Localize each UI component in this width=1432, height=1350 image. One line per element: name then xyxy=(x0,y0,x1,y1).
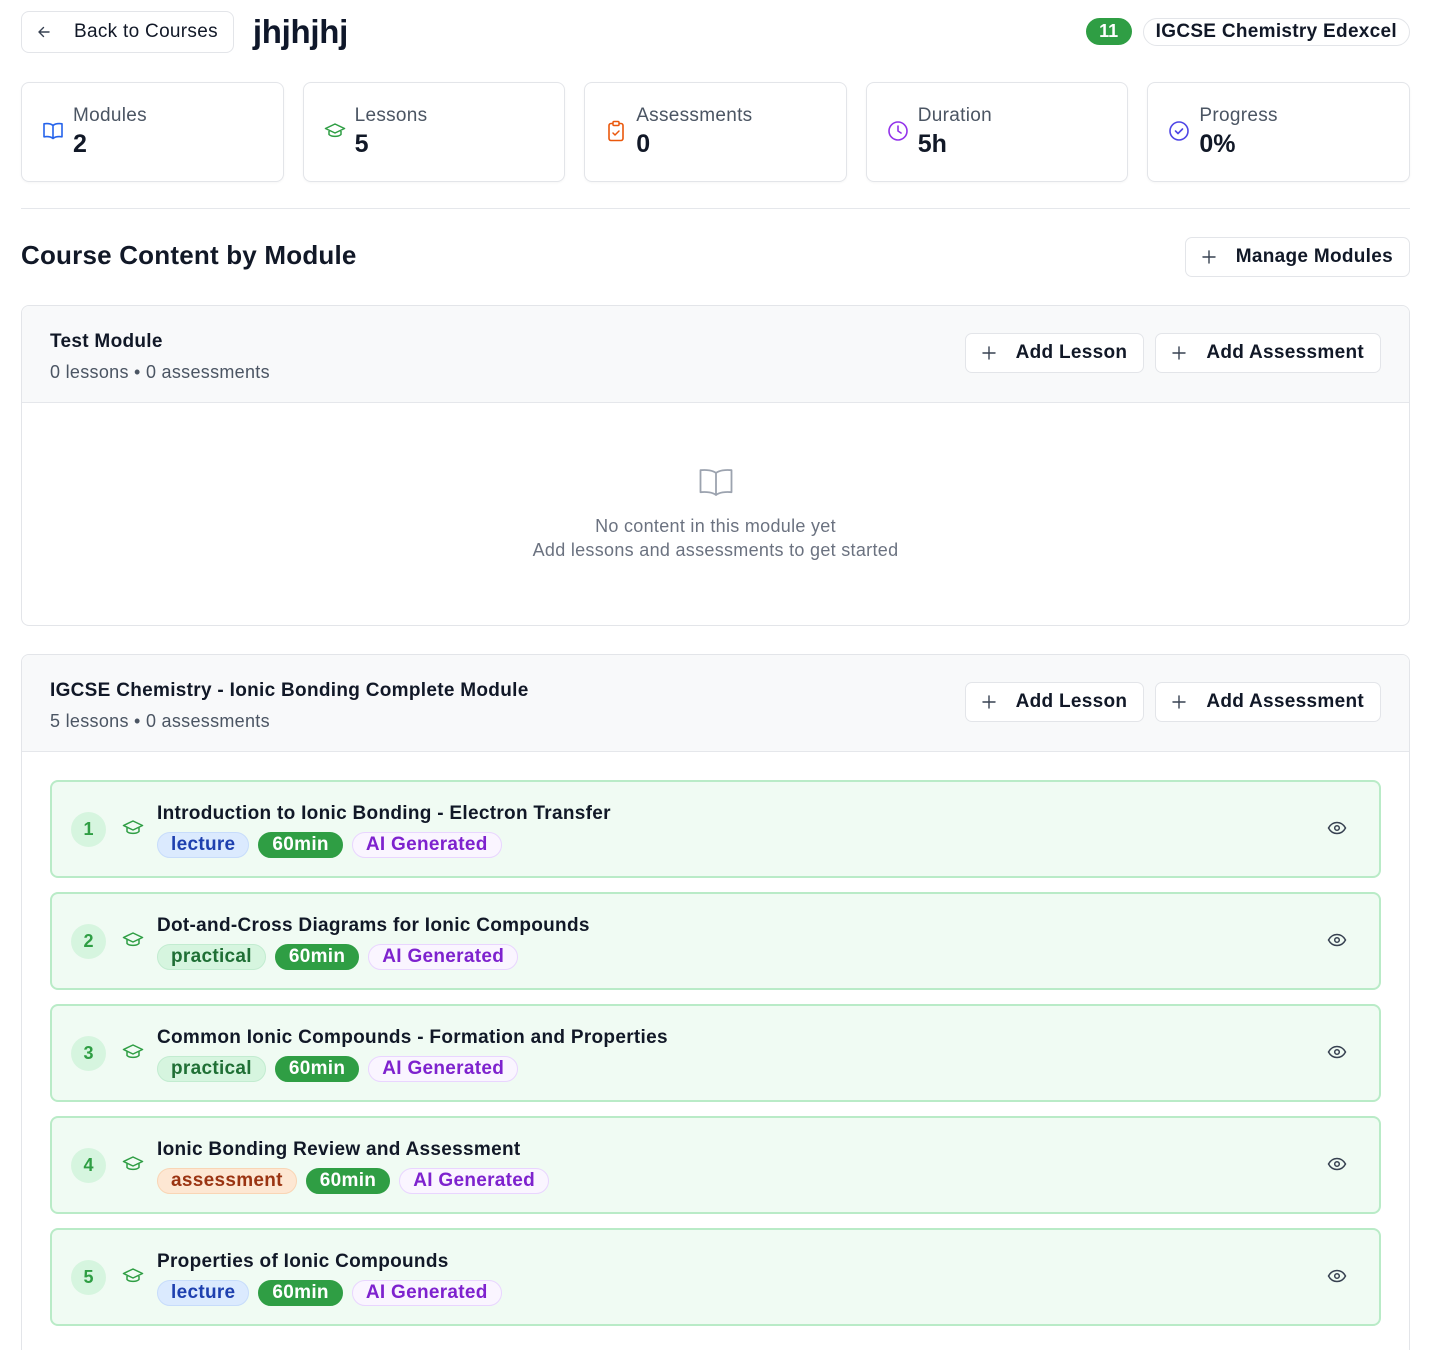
add-lesson-button[interactable]: Add Lesson xyxy=(964,333,1145,373)
eye-icon[interactable] xyxy=(1327,1268,1347,1284)
stat-value: 5 xyxy=(354,130,369,158)
lesson-number: 2 xyxy=(71,924,106,959)
lesson-title: Common Ionic Compounds - Formation and P… xyxy=(157,1027,668,1048)
add-assessment-label: Add Assessment xyxy=(1206,691,1364,712)
book-open-icon xyxy=(41,119,65,143)
add-assessment-button[interactable]: Add Assessment xyxy=(1155,333,1381,373)
ai-generated-badge: AI Generated xyxy=(351,832,502,858)
lesson-row[interactable]: 4 Ionic Bonding Review and Assessment as… xyxy=(50,1116,1381,1214)
graduation-cap-icon xyxy=(122,819,144,839)
module-name: IGCSE Chemistry - Ionic Bonding Complete… xyxy=(50,680,529,701)
count-badge: 11 xyxy=(1085,18,1132,45)
module-name: Test Module xyxy=(50,331,163,352)
duration-badge: 60min xyxy=(305,1168,391,1194)
eye-icon[interactable] xyxy=(1327,1044,1347,1060)
stat-card-lessons: Lessons 5 xyxy=(302,82,566,182)
back-to-courses-button[interactable]: Back to Courses xyxy=(21,10,234,53)
lesson-number: 3 xyxy=(71,1036,106,1071)
manage-modules-button[interactable]: Manage Modules xyxy=(1184,237,1410,277)
stat-label: Progress xyxy=(1199,105,1278,126)
check-circle-icon xyxy=(1167,119,1191,143)
lesson-title: Dot-and-Cross Diagrams for Ionic Compoun… xyxy=(157,915,590,936)
add-lesson-label: Add Lesson xyxy=(1015,691,1128,712)
section-title: Course Content by Module xyxy=(21,240,357,270)
add-lesson-button[interactable]: Add Lesson xyxy=(964,682,1145,722)
module-meta: 0 lessons • 0 assessments xyxy=(50,362,270,382)
stat-value: 2 xyxy=(73,130,87,158)
lesson-row[interactable]: 3 Common Ionic Compounds - Formation and… xyxy=(50,1004,1381,1102)
stat-card-modules: Modules 2 xyxy=(21,82,284,182)
lesson-title: Properties of Ionic Compounds xyxy=(157,1251,449,1272)
course-title: jhjhjhj xyxy=(252,12,348,50)
arrow-left-icon xyxy=(36,23,54,41)
stat-value: 0 xyxy=(636,130,651,158)
manage-modules-label: Manage Modules xyxy=(1235,246,1393,267)
graduation-cap-icon xyxy=(122,1155,144,1175)
ai-generated-badge: AI Generated xyxy=(351,1280,502,1306)
lesson-type-badge: lecture xyxy=(157,1280,250,1306)
stat-label: Assessments xyxy=(636,105,753,126)
empty-state: No content in this module yet Add lesson… xyxy=(22,403,1409,625)
eye-icon[interactable] xyxy=(1327,932,1347,948)
lesson-number: 1 xyxy=(71,812,106,847)
lesson-type-badge: practical xyxy=(157,1056,266,1082)
eye-icon[interactable] xyxy=(1327,1156,1347,1172)
graduation-cap-icon xyxy=(122,931,144,951)
lesson-number: 4 xyxy=(71,1148,106,1183)
lesson-row[interactable]: 1 Introduction to Ionic Bonding - Electr… xyxy=(50,780,1381,878)
graduation-cap-icon xyxy=(323,119,347,143)
plus-icon xyxy=(1202,250,1216,264)
module-meta: 5 lessons • 0 assessments xyxy=(50,711,270,731)
clock-icon xyxy=(886,119,910,143)
lesson-type-badge: lecture xyxy=(157,832,250,858)
plus-icon xyxy=(981,346,996,360)
add-assessment-button[interactable]: Add Assessment xyxy=(1155,682,1381,722)
stat-card-progress: Progress 0% xyxy=(1147,82,1410,182)
graduation-cap-icon xyxy=(122,1267,144,1287)
lesson-list: 1 Introduction to Ionic Bonding - Electr… xyxy=(22,752,1409,1326)
module-card-ionic-bonding: IGCSE Chemistry - Ionic Bonding Complete… xyxy=(21,654,1410,1350)
subject-badge: IGCSE Chemistry Edexcel xyxy=(1142,17,1410,46)
stat-value: 5h xyxy=(917,130,947,158)
lesson-type-badge: assessment xyxy=(157,1168,297,1194)
empty-title: No content in this module yet xyxy=(595,516,836,536)
ai-generated-badge: AI Generated xyxy=(399,1168,550,1194)
clipboard-icon xyxy=(604,119,628,143)
empty-subtitle: Add lessons and assessments to get start… xyxy=(532,540,899,560)
stat-label: Duration xyxy=(917,105,992,126)
eye-icon[interactable] xyxy=(1327,820,1347,836)
stat-label: Lessons xyxy=(354,105,428,126)
plus-icon xyxy=(981,695,996,709)
add-lesson-label: Add Lesson xyxy=(1015,342,1128,363)
stat-label: Modules xyxy=(73,105,147,126)
lesson-row[interactable]: 2 Dot-and-Cross Diagrams for Ionic Compo… xyxy=(50,892,1381,990)
lesson-row[interactable]: 5 Properties of Ionic Compounds lecture … xyxy=(50,1228,1381,1326)
duration-badge: 60min xyxy=(274,1056,360,1082)
page-header: Back to Courses jhjhjhj 11 IGCSE Chemist… xyxy=(21,10,1410,53)
lesson-type-badge: practical xyxy=(157,944,266,970)
back-to-courses-label: Back to Courses xyxy=(74,20,218,42)
plus-icon xyxy=(1172,695,1187,709)
add-assessment-label: Add Assessment xyxy=(1206,342,1364,363)
module-header: IGCSE Chemistry - Ionic Bonding Complete… xyxy=(22,655,1409,752)
stat-card-duration: Duration 5h xyxy=(865,82,1129,182)
lesson-title: Introduction to Ionic Bonding - Electron… xyxy=(157,803,611,824)
module-card-test: Test Module 0 lessons • 0 assessments Ad… xyxy=(21,305,1410,626)
graduation-cap-icon xyxy=(122,1043,144,1063)
lesson-title: Ionic Bonding Review and Assessment xyxy=(157,1139,521,1160)
stat-card-assessments: Assessments 0 xyxy=(584,82,847,182)
module-header: Test Module 0 lessons • 0 assessments Ad… xyxy=(22,306,1409,403)
ai-generated-badge: AI Generated xyxy=(368,1056,519,1082)
plus-icon xyxy=(1172,346,1187,360)
ai-generated-badge: AI Generated xyxy=(368,944,519,970)
duration-badge: 60min xyxy=(258,1280,343,1306)
book-open-icon xyxy=(698,467,734,499)
duration-badge: 60min xyxy=(274,944,360,970)
divider xyxy=(21,208,1410,209)
stats-row: Modules 2 Lessons 5 Assessments 0 Durati… xyxy=(21,82,1410,182)
duration-badge: 60min xyxy=(258,832,343,858)
lesson-number: 5 xyxy=(71,1260,106,1295)
stat-value: 0% xyxy=(1199,130,1236,158)
